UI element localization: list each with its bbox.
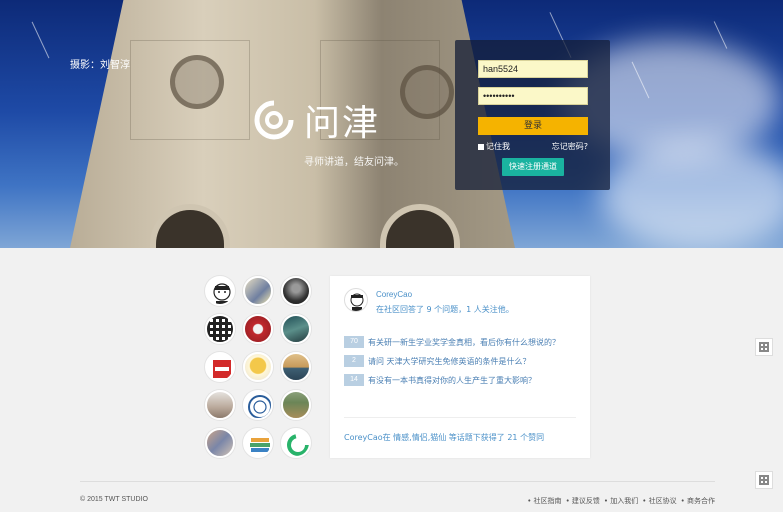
answer-count-badge: 2: [344, 355, 364, 367]
qr-code-button[interactable]: [755, 338, 773, 356]
photo-credit: 摄影：刘智淳: [70, 60, 130, 71]
question-row[interactable]: 70 有关研一新生学业奖学金真相，看后你有什么想说的？: [344, 336, 560, 348]
footer-divider: [80, 481, 715, 482]
login-panel: 登录 记住我 忘记密码? 快速注册通道: [455, 40, 610, 190]
footer-link-feedback[interactable]: • 建议反馈: [566, 496, 600, 506]
username-input[interactable]: [478, 60, 588, 78]
avatar[interactable]: [205, 390, 235, 420]
card-divider: [344, 417, 576, 418]
answer-count-badge: 70: [344, 336, 364, 348]
card-summary: CoreyCao在 情感,情侣,猫仙 等话题下获得了 21 个赞同: [344, 433, 545, 442]
question-row[interactable]: 2 请问 天津大学研究生免修英语的条件是什么？: [344, 355, 531, 367]
card-user-stat: 在社区回答了 9 个问题，1 人关注他。: [376, 305, 514, 314]
avatar[interactable]: [281, 428, 311, 458]
university-badge-icon: [248, 395, 271, 418]
brand-logo: 问津: [252, 94, 380, 146]
slogan: 寻师讲道，结友问津。: [304, 157, 404, 168]
avatar[interactable]: [205, 428, 235, 458]
qr-code-icon: [759, 342, 769, 352]
checkbox-icon[interactable]: [478, 143, 484, 150]
qr-code-button[interactable]: [755, 471, 773, 489]
remember-label: 记住我: [486, 142, 510, 151]
cartoon-face-icon: [350, 293, 364, 311]
card-user-name[interactable]: CoreyCao: [376, 290, 412, 299]
card-user-avatar[interactable]: [344, 288, 368, 312]
footer-link-business[interactable]: • 商务合作: [681, 496, 715, 506]
footer-link-join[interactable]: • 加入我们: [604, 496, 638, 506]
stacked-books-icon: [250, 438, 270, 452]
hero-banner: 摄影：刘智淳 问津 寻师讲道，结友问津。 登录 记住我 忘记密码? 快速注册通道: [0, 0, 783, 248]
avatar[interactable]: [243, 428, 273, 458]
quick-register-button[interactable]: 快速注册通道: [502, 158, 564, 176]
avatar[interactable]: [205, 352, 235, 382]
question-link[interactable]: 请问 天津大学研究生免修英语的条件是什么？: [368, 356, 531, 367]
avatar[interactable]: [281, 314, 311, 344]
avatar[interactable]: [243, 390, 273, 420]
brand-name: 问津: [304, 103, 381, 144]
question-row[interactable]: 14 有没有一本书真得对你的人生产生了重大影响？: [344, 374, 536, 386]
password-input[interactable]: [478, 87, 588, 105]
remember-me-checkbox[interactable]: 记住我: [478, 141, 510, 152]
footer-link-guide[interactable]: • 社区指南: [527, 496, 561, 506]
wrong-way-sign-icon: [213, 360, 231, 378]
user-activity-card: CoreyCao 在社区回答了 9 个问题，1 人关注他。 70 有关研一新生学…: [330, 276, 590, 458]
wenjin-logo-icon: [254, 100, 294, 140]
answer-count-badge: 14: [344, 374, 364, 386]
footer-link-agreement[interactable]: • 社区协议: [642, 496, 676, 506]
avatar[interactable]: [281, 390, 311, 420]
avatar[interactable]: [205, 276, 235, 306]
avatar[interactable]: [243, 276, 273, 306]
avatar[interactable]: [281, 352, 311, 382]
avatar[interactable]: [243, 352, 273, 382]
avatar[interactable]: [205, 314, 235, 344]
green-logo-icon: [287, 434, 309, 456]
cartoon-face-icon: [213, 283, 231, 304]
qr-code-icon: [759, 475, 769, 485]
avatar[interactable]: [243, 314, 273, 344]
forgot-password-link[interactable]: 忘记密码?: [552, 141, 588, 152]
avatar[interactable]: [281, 276, 311, 306]
copyright: © 2015 TWT STUDIO: [80, 496, 148, 503]
login-button[interactable]: 登录: [478, 117, 588, 135]
question-link[interactable]: 有关研一新生学业奖学金真相，看后你有什么想说的？: [368, 337, 560, 348]
question-link[interactable]: 有没有一本书真得对你的人生产生了重大影响？: [368, 375, 536, 386]
footer-links: • 社区指南 • 建议反馈 • 加入我们 • 社区协议 • 商务合作: [523, 496, 715, 506]
